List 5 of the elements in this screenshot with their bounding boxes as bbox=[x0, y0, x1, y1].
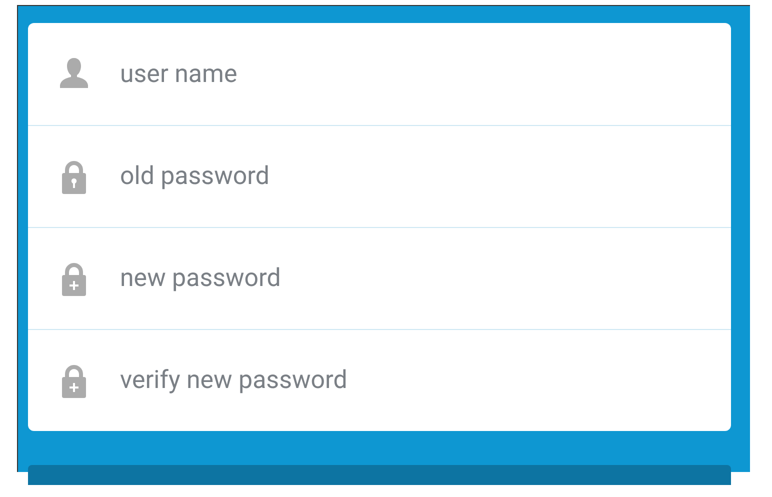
input-field[interactable]: new password bbox=[120, 260, 711, 297]
input-field[interactable]: verify new password bbox=[120, 362, 711, 399]
cut-off-button[interactable] bbox=[28, 465, 731, 485]
input-field[interactable]: user name bbox=[120, 56, 711, 92]
input-field[interactable]: old password bbox=[120, 158, 711, 195]
